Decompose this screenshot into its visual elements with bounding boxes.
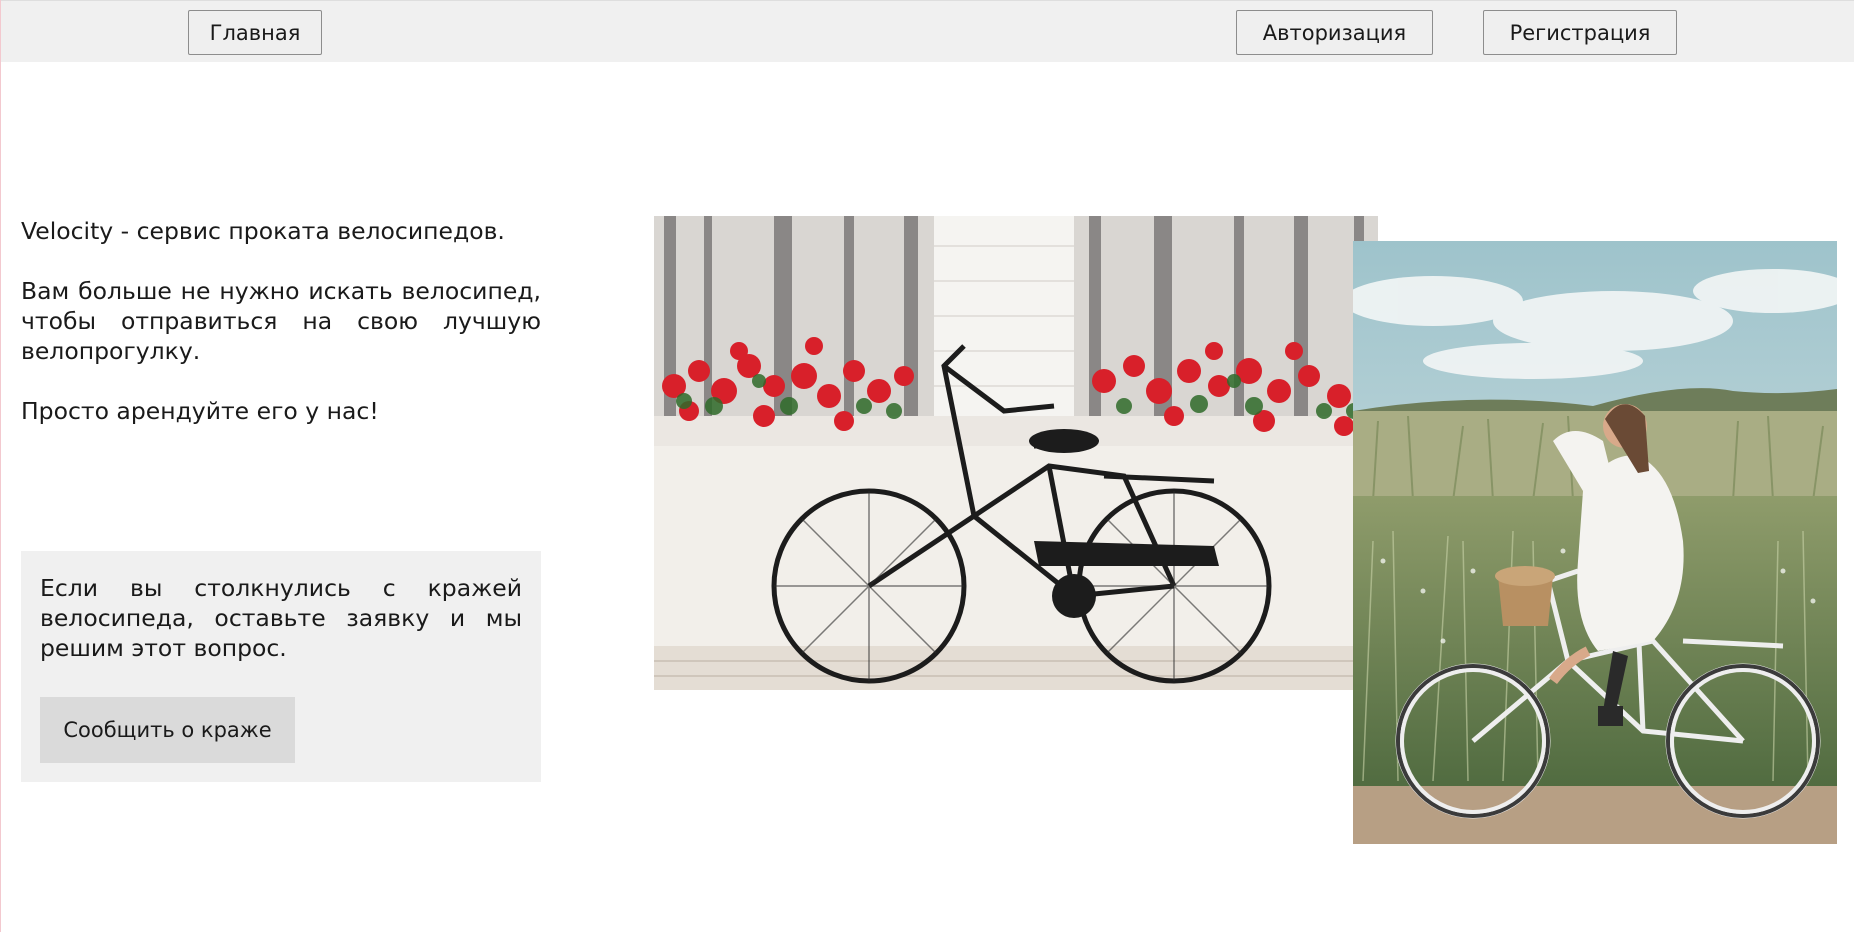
- intro-text: Velocity - сервис проката велосипедов. В…: [21, 216, 541, 426]
- report-theft-button[interactable]: Сообщить о краже: [40, 697, 295, 763]
- intro-line-description: Вам больше не нужно искать велосипед, чт…: [21, 277, 541, 365]
- bicycle-wall-photo: [654, 216, 1378, 690]
- home-button[interactable]: Главная: [188, 10, 322, 55]
- login-button[interactable]: Авторизация: [1236, 10, 1433, 55]
- intro-line-call-to-action: Просто арендуйте его у нас!: [21, 397, 379, 425]
- theft-report-panel: Если вы столкнулись с кражей велосипеда,…: [21, 551, 541, 782]
- theft-report-text: Если вы столкнулись с кражей велосипеда,…: [40, 574, 522, 662]
- page: Главная Авторизация Регистрация Velocity…: [0, 0, 1854, 932]
- register-button[interactable]: Регистрация: [1483, 10, 1677, 55]
- top-navigation: Главная Авторизация Регистрация: [1, 0, 1854, 62]
- intro-line-service: Velocity - сервис проката велосипедов.: [21, 217, 505, 245]
- woman-riding-bicycle-photo: [1353, 241, 1837, 844]
